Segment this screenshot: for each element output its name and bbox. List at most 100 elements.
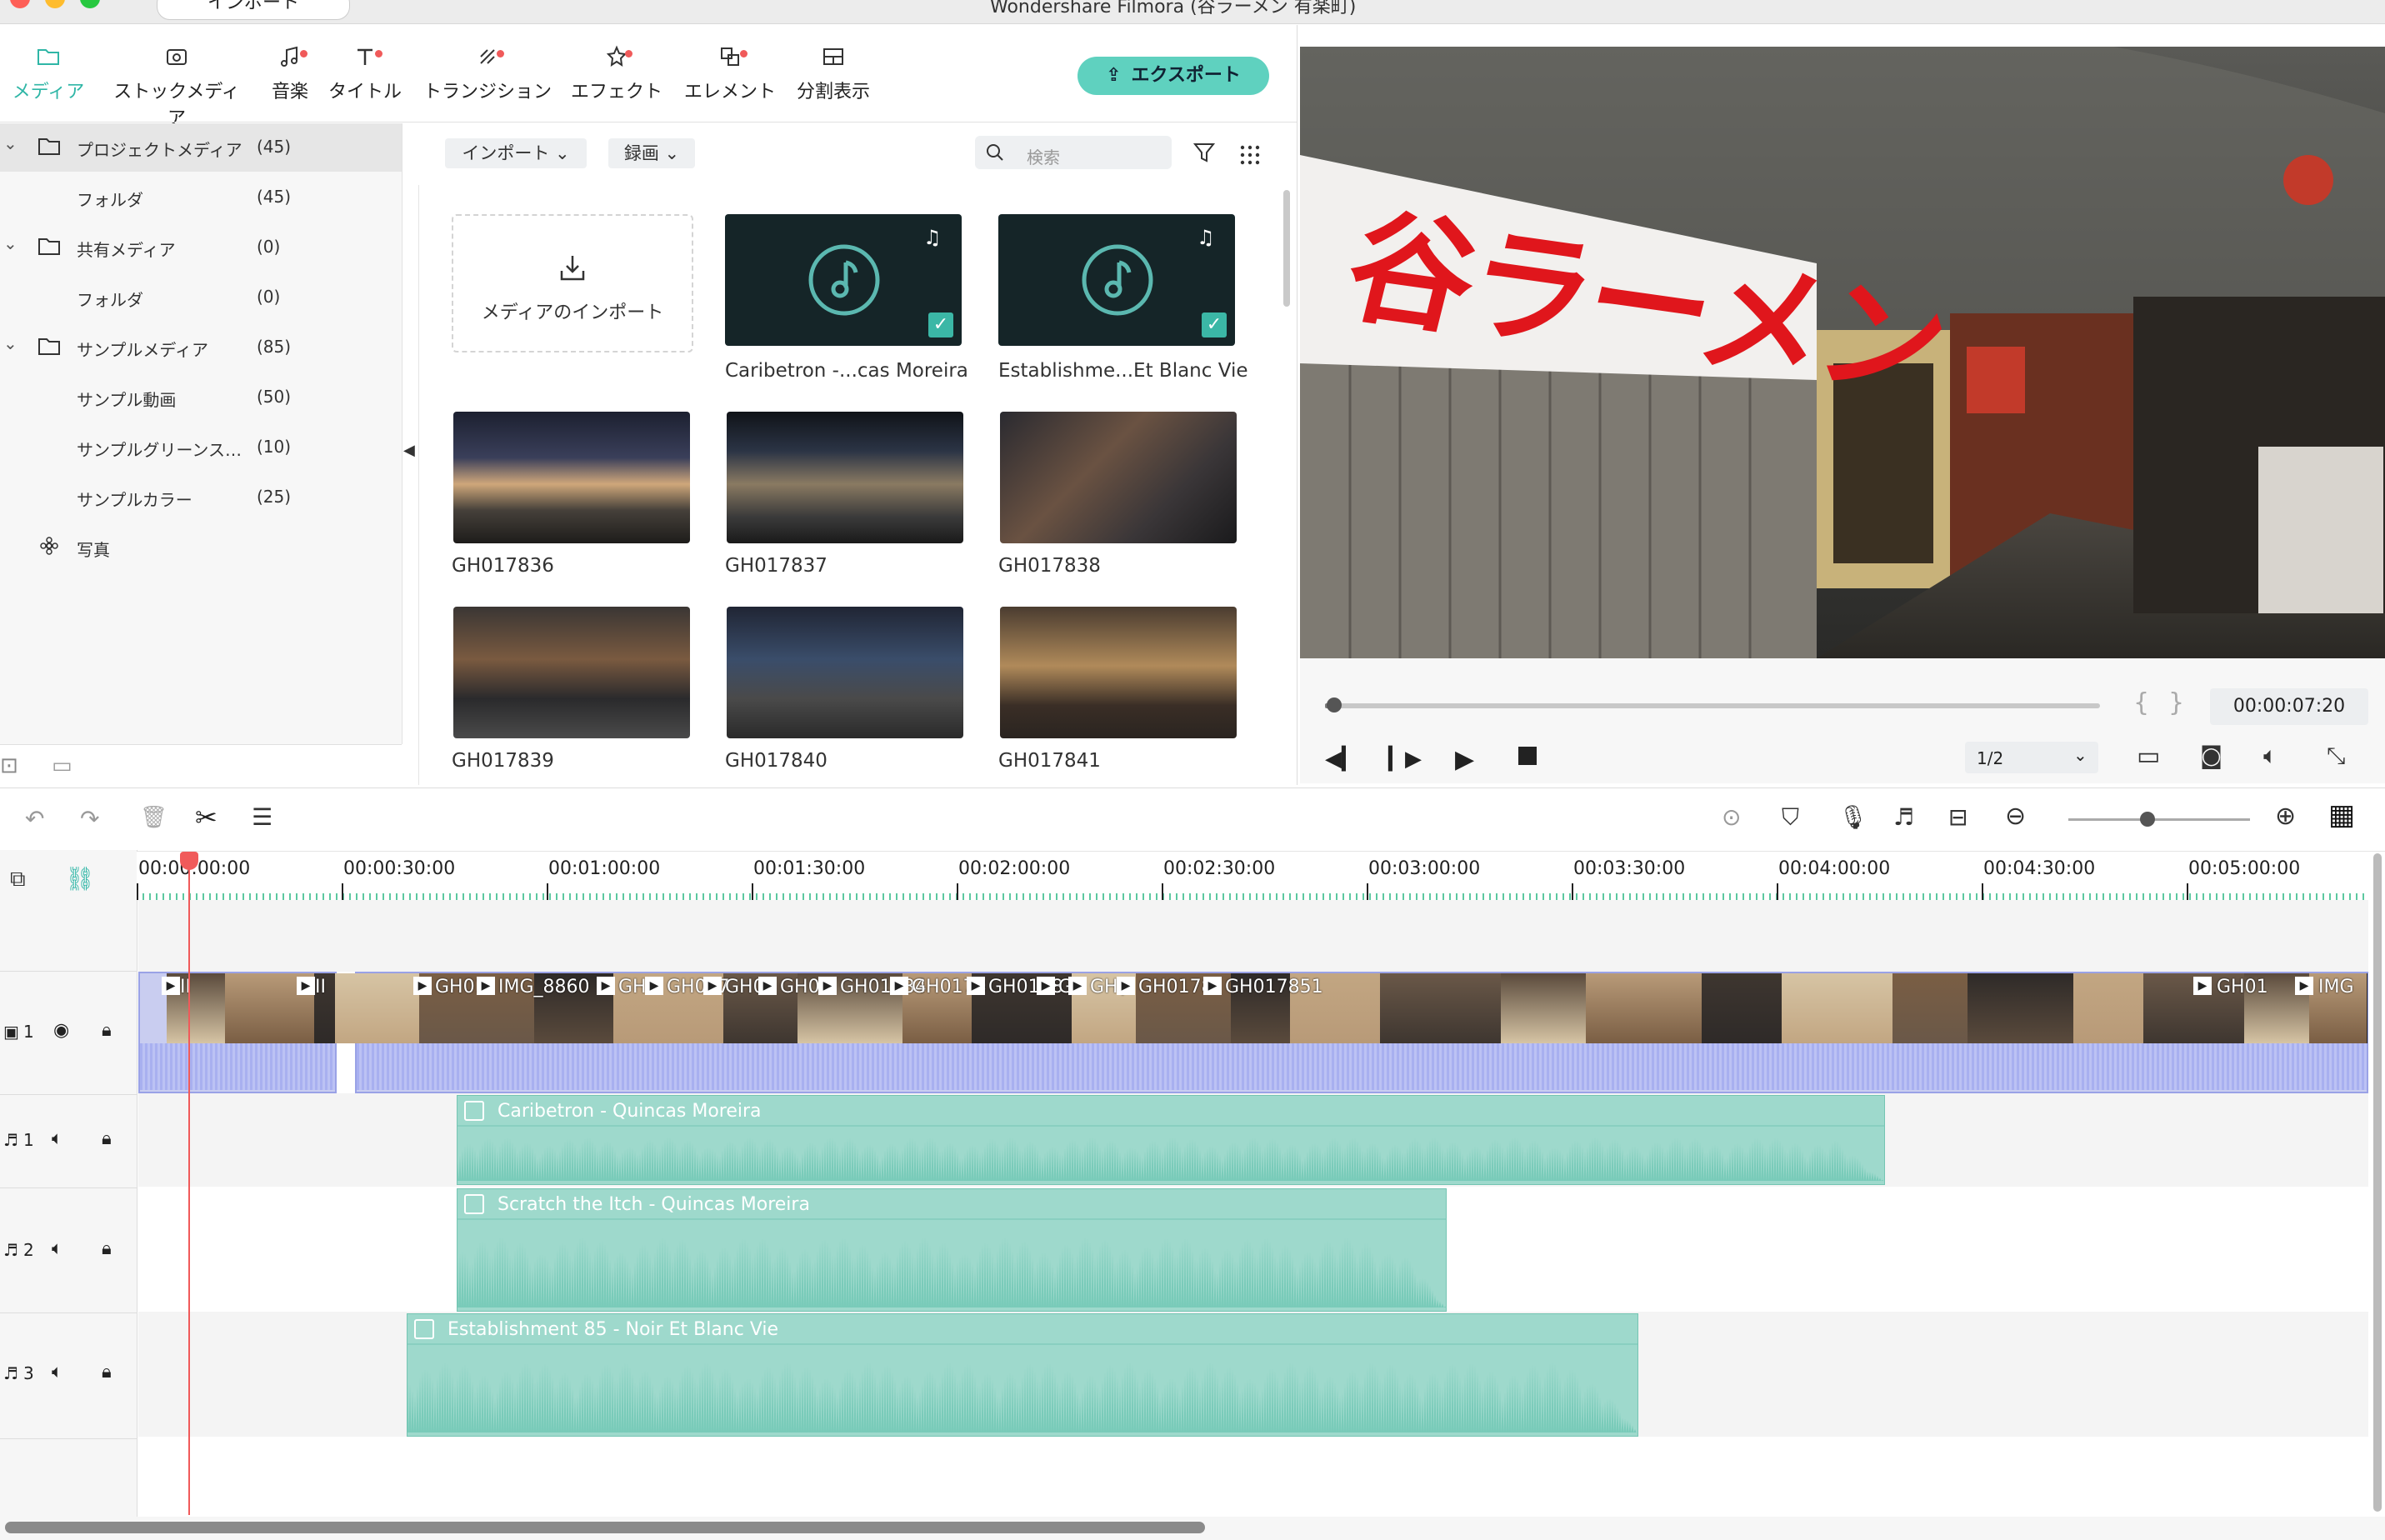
link-icon[interactable]: ⛓ — [65, 865, 95, 892]
redo-icon[interactable]: ↷ — [80, 805, 99, 832]
chevron-down-icon: ⌄ — [555, 143, 570, 163]
new-folder-icon[interactable]: ⊡ — [0, 753, 18, 778]
track-view-icon[interactable]: ▦ — [2328, 798, 2355, 832]
media-import-tile[interactable]: メディアのインポート — [452, 214, 693, 352]
volume-icon[interactable]: 🔈︎ — [2263, 742, 2278, 770]
audio-clip[interactable]: Establishment 85 - Noir Et Blanc Vie — [407, 1313, 1638, 1437]
media-item-video[interactable] — [1000, 607, 1237, 738]
video-clip-strip[interactable]: ▶ II ▶ II ▶ GH01 ▶ IMG_8860 ▶ GH ▶ GH017 ▶ GH0 ▶ GH0 ▶ GH… — [138, 972, 2368, 1093]
speaker-icon[interactable]: 🔈︎ — [52, 1362, 62, 1382]
timeline-vertical-scrollbar[interactable] — [2373, 853, 2382, 1512]
snapshot-icon[interactable]: ◙ — [2200, 742, 2222, 769]
close-window-button[interactable] — [10, 0, 30, 8]
flower-icon — [40, 537, 58, 555]
media-item-video[interactable] — [727, 412, 963, 543]
step-back-icon[interactable]: ◀▎ — [1325, 747, 1358, 772]
tree-count: (50) — [257, 387, 292, 407]
zoom-in-icon[interactable]: ⊕ — [2275, 802, 2296, 831]
zoom-slider-track[interactable] — [2068, 812, 2250, 827]
media-item-audio[interactable]: ♫ ✓ — [998, 214, 1235, 346]
lock-icon[interactable]: 🔒︎ — [102, 1020, 112, 1041]
search-input[interactable]: 検索 — [975, 136, 1172, 169]
cut-icon[interactable]: ✂ — [195, 802, 218, 833]
media-item-caption: GH017837 — [725, 555, 828, 577]
tab-element[interactable]: エレメント — [680, 43, 780, 103]
export-button[interactable]: ⇪ エクスポート — [1078, 57, 1269, 95]
playhead-knob[interactable] — [1326, 698, 1342, 712]
microphone-icon[interactable]: 🎙︎ — [1838, 803, 1868, 831]
tree-item-project-media[interactable]: ⌄ プロジェクトメディア (45) — [0, 123, 402, 172]
tab-split-screen-label: 分割表示 — [796, 82, 870, 102]
tree-count: (10) — [257, 437, 292, 457]
lock-icon[interactable]: 🔒︎ — [102, 1238, 112, 1259]
timeline-ruler[interactable]: 00:00:00:00 00:00:30:00 00:01:00:00 00:01:3… — [137, 852, 2370, 900]
tree-label: サンプルメディア — [77, 340, 208, 360]
fullscreen-icon[interactable]: ⤡ — [2327, 742, 2345, 770]
track-number: 2 — [23, 1240, 34, 1260]
folder-icon[interactable]: ▭ — [52, 753, 72, 778]
timeline-playhead[interactable] — [180, 852, 198, 1515]
preview-viewer[interactable]: 谷ラーメン — [1300, 47, 2385, 658]
lock-icon[interactable]: 🔒︎ — [102, 1362, 112, 1382]
tab-effect[interactable]: エフェクト — [567, 43, 667, 103]
playhead-handle[interactable] — [180, 852, 198, 870]
zoom-out-icon[interactable]: ⊖ — [2005, 802, 2026, 831]
grid-view-icon[interactable] — [1238, 143, 1262, 167]
undo-icon[interactable]: ↶ — [25, 805, 44, 832]
chevron-down-icon: ⌄ — [664, 143, 680, 163]
media-item-video[interactable] — [1000, 412, 1237, 543]
zoom-slider-knob[interactable] — [2140, 812, 2155, 827]
media-item-video[interactable] — [453, 607, 690, 738]
collapse-panel-icon[interactable]: ◀ — [403, 442, 415, 459]
tab-title[interactable]: タイトル — [315, 43, 415, 103]
media-item-video[interactable] — [453, 412, 690, 543]
display-icon[interactable]: ▭ — [2137, 742, 2160, 771]
checkmark-icon[interactable]: ✓ — [1202, 312, 1227, 338]
tree-item-folder[interactable]: フォルダ (0) — [0, 273, 402, 322]
import-dropdown[interactable]: インポート ⌄ — [445, 138, 587, 168]
quality-dropdown[interactable]: 1/2 ⌄ — [1965, 742, 2098, 773]
lock-icon[interactable]: 🔒︎ — [102, 1128, 112, 1149]
import-tab[interactable]: インポート — [157, 0, 350, 20]
tab-split-screen[interactable]: 分割表示 — [783, 43, 883, 103]
tree-item-shared-media[interactable]: ⌄ 共有メディア (0) — [0, 223, 402, 272]
minimize-window-button[interactable] — [45, 0, 65, 8]
step-forward-icon[interactable]: ▎▶ — [1388, 747, 1422, 772]
mark-out-icon[interactable]: } — [2168, 688, 2184, 718]
tree-item-sample-greenscreen[interactable]: サンプルグリーンス… (10) — [0, 423, 402, 472]
stop-icon[interactable] — [1518, 747, 1537, 765]
audio-clip[interactable]: Caribetron - Quincas Moreira — [457, 1095, 1885, 1185]
timeline-scrollbar[interactable] — [5, 1522, 1205, 1533]
tree-item-folder[interactable]: フォルダ (45) — [0, 173, 402, 222]
speaker-icon[interactable]: 🔈︎ — [52, 1238, 62, 1259]
play-icon[interactable]: ▶ — [1455, 745, 1474, 774]
delete-icon[interactable]: 🗑︎ — [140, 805, 168, 830]
eye-icon[interactable]: ◉ — [53, 1020, 69, 1041]
tree-item-sample-color[interactable]: サンプルカラー (25) — [0, 473, 402, 522]
media-item-audio[interactable]: ♫ ✓ — [725, 214, 962, 346]
add-track-icon[interactable]: ⧉ — [10, 867, 26, 892]
tree-label: フォルダ — [77, 190, 143, 210]
audio-mixer-icon[interactable]: ♬ — [1893, 803, 1914, 831]
media-scrollbar[interactable] — [1283, 190, 1290, 307]
record-dropdown[interactable]: 録画 ⌄ — [608, 138, 695, 168]
tree-item-sample-media[interactable]: ⌄ サンプルメディア (85) — [0, 323, 402, 372]
zoom-window-button[interactable] — [80, 0, 100, 8]
checkmark-icon[interactable]: ✓ — [928, 312, 953, 338]
tree-item-photos[interactable]: 写真 — [0, 523, 402, 572]
mark-in-icon[interactable]: { — [2133, 688, 2149, 718]
adjust-icon[interactable]: ☰ — [252, 803, 272, 831]
speaker-icon[interactable]: 🔈︎ — [52, 1128, 62, 1149]
playback-progress-track[interactable] — [1325, 698, 2100, 712]
marker-icon[interactable]: ⛉ — [1782, 803, 1799, 832]
tab-transition[interactable]: トランジション — [417, 43, 558, 103]
media-item-video[interactable] — [727, 607, 963, 738]
tab-media[interactable]: メディア — [0, 43, 98, 103]
tab-stock-media[interactable]: ストックメディア — [110, 43, 243, 130]
render-icon[interactable]: ⊙ — [1722, 803, 1741, 831]
clip-play-icon: ▶ — [890, 977, 908, 995]
fit-timeline-icon[interactable]: ⊟ — [1948, 803, 1968, 831]
audio-clip[interactable]: Scratch the Itch - Quincas Moreira — [457, 1188, 1447, 1312]
filter-icon[interactable] — [1192, 140, 1217, 165]
tree-item-sample-video[interactable]: サンプル動画 (50) — [0, 373, 402, 422]
